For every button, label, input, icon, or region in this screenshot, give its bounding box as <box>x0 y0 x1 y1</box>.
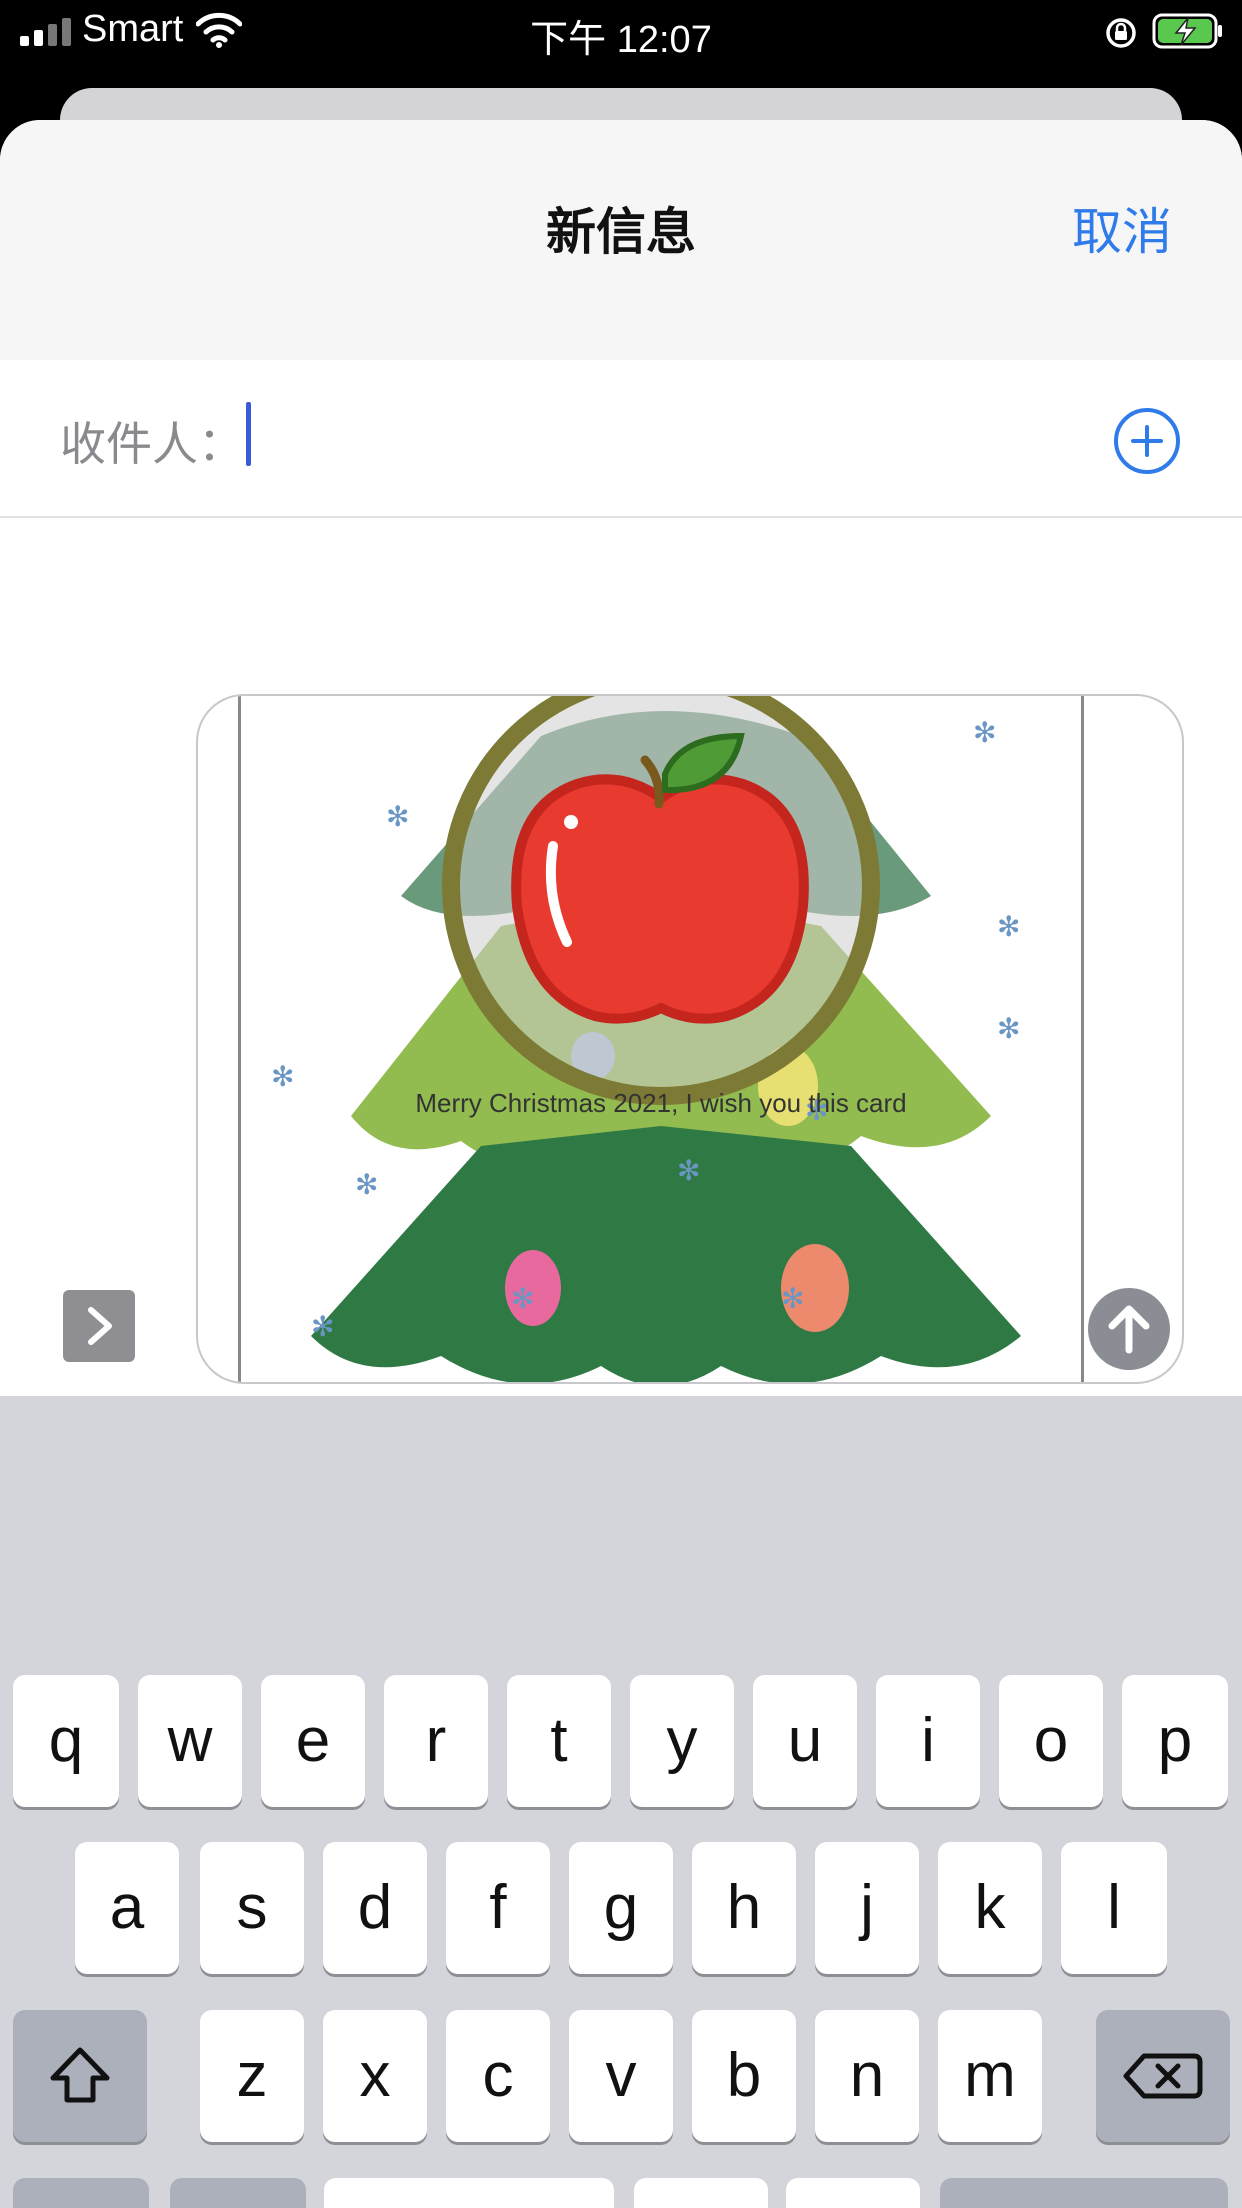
arrow-up-icon <box>1108 1305 1150 1354</box>
shift-icon <box>50 2047 110 2103</box>
shift-key[interactable] <box>13 2010 147 2142</box>
card-image: ✻ ✻ ✻ ✻ ✻ ✻ ✻ ✻ ✻ ✻ ✻ Merry Christmas 20… <box>238 696 1084 1382</box>
nav-bar: 新信息 取消 <box>0 120 1242 362</box>
numbers-key[interactable]: 123 <box>13 2178 149 2208</box>
cancel-button[interactable]: 取消 <box>1072 192 1172 264</box>
return-key[interactable]: 换行 <box>940 2178 1228 2208</box>
key-u[interactable]: u <box>753 1675 857 1807</box>
svg-text:✻: ✻ <box>973 716 996 749</box>
chevron-right-icon <box>88 1307 112 1345</box>
svg-text:✻: ✻ <box>511 1282 534 1315</box>
space-key[interactable]: 空格 <box>324 2178 614 2208</box>
key-n[interactable]: n <box>815 2010 919 2142</box>
key-g[interactable]: g <box>569 1842 673 1974</box>
globe-icon <box>170 2178 306 2208</box>
keyboard: q w e r t y u i o p a s d f g h j k l z … <box>0 1396 1242 2208</box>
key-e[interactable]: e <box>261 1675 365 1807</box>
key-k[interactable]: k <box>938 1842 1042 1974</box>
key-m[interactable]: m <box>938 2010 1042 2142</box>
recipient-label: 收件人： <box>60 418 244 470</box>
key-w[interactable]: w <box>138 1675 242 1807</box>
send-button[interactable] <box>1088 1288 1170 1370</box>
page-title: 新信息 <box>546 204 696 260</box>
card-message: Merry Christmas 2021, I wish you this ca… <box>415 1088 907 1118</box>
key-b[interactable]: b <box>692 2010 796 2142</box>
key-o[interactable]: o <box>999 1675 1103 1807</box>
key-a[interactable]: a <box>75 1842 179 1974</box>
key-l[interactable]: l <box>1061 1842 1167 1974</box>
key-j[interactable]: j <box>815 1842 919 1974</box>
key-f[interactable]: f <box>446 1842 550 1974</box>
svg-text:✻: ✻ <box>677 1154 700 1187</box>
svg-text:✻: ✻ <box>997 910 1020 943</box>
key-c[interactable]: c <box>446 2010 550 2142</box>
globe-key[interactable] <box>170 2178 306 2208</box>
svg-text:✻: ✻ <box>355 1168 378 1201</box>
svg-text:✻: ✻ <box>997 1012 1020 1045</box>
key-d[interactable]: d <box>323 1842 427 1974</box>
backspace-icon <box>1123 2053 1203 2099</box>
backspace-key[interactable] <box>1096 2010 1230 2142</box>
key-z[interactable]: z <box>200 2010 304 2142</box>
key-v[interactable]: v <box>569 2010 673 2142</box>
plus-circle-icon[interactable] <box>1114 408 1180 474</box>
key-h[interactable]: h <box>692 1842 796 1974</box>
svg-text:✻: ✻ <box>386 800 409 833</box>
recipient-field[interactable]: 收件人： <box>0 360 1242 518</box>
key-q[interactable]: q <box>13 1675 119 1807</box>
text-cursor <box>246 402 251 466</box>
key-s[interactable]: s <box>200 1842 304 1974</box>
new-message-sheet: 新信息 取消 收件人： ✻ ✻ ✻ ✻ ✻ ✻ ✻ ✻ ✻ ✻ ✻ Merry … <box>0 120 1242 2208</box>
status-bar: Smart 下午 12:07 <box>0 0 1242 62</box>
battery-charging-icon <box>1152 13 1222 49</box>
svg-text:✻: ✻ <box>781 1282 804 1315</box>
period-key[interactable]: . <box>786 2178 920 2208</box>
key-r[interactable]: r <box>384 1675 488 1807</box>
card-preview[interactable]: ✻ ✻ ✻ ✻ ✻ ✻ ✻ ✻ ✻ ✻ ✻ Merry Christmas 20… <box>196 694 1184 1384</box>
at-key[interactable]: @ <box>634 2178 768 2208</box>
key-p[interactable]: p <box>1122 1675 1228 1807</box>
orientation-lock-icon <box>1106 18 1136 48</box>
key-y[interactable]: y <box>630 1675 734 1807</box>
christmas-tree-illustration: ✻ ✻ ✻ ✻ ✻ ✻ ✻ ✻ ✻ ✻ ✻ <box>271 696 1021 1382</box>
key-t[interactable]: t <box>507 1675 611 1807</box>
key-i[interactable]: i <box>876 1675 980 1807</box>
svg-text:✻: ✻ <box>311 1310 334 1343</box>
expand-apps-button[interactable] <box>63 1290 135 1362</box>
status-time: 下午 12:07 <box>530 19 712 61</box>
key-x[interactable]: x <box>323 2010 427 2142</box>
